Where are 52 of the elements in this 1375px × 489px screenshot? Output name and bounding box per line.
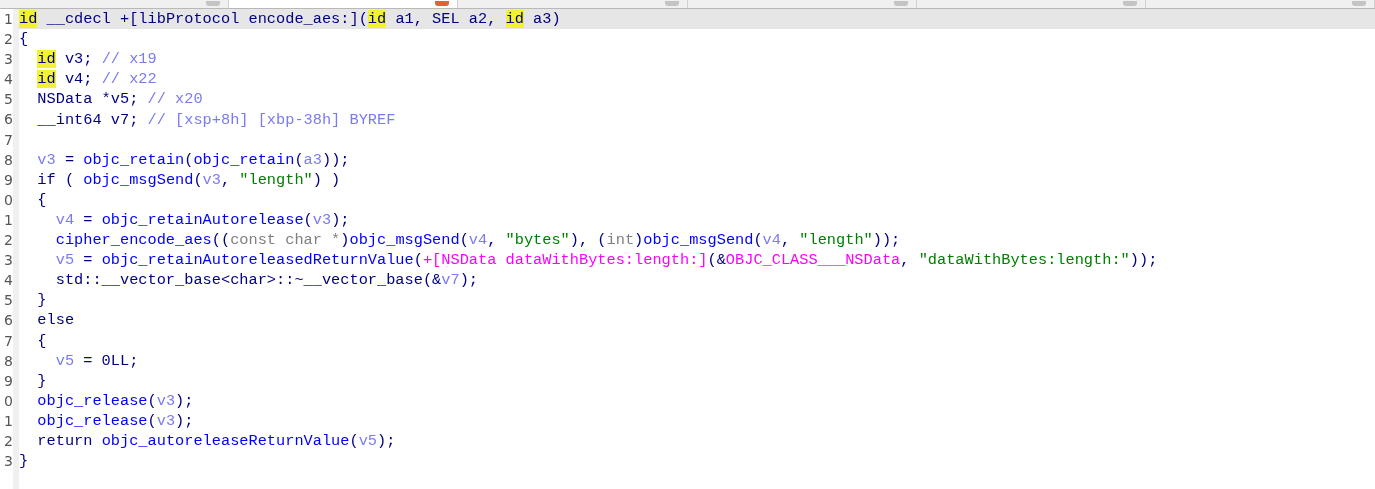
close-icon[interactable]	[1122, 1, 1137, 6]
code-line: {	[36, 189, 47, 210]
code-line: return objc_autoreleaseReturnValue(v5);	[36, 431, 396, 451]
line-number: 3	[3, 452, 13, 472]
line-number: 1	[3, 411, 13, 431]
close-icon[interactable]	[206, 1, 221, 6]
tab[interactable]	[229, 0, 459, 8]
line-number: 1	[3, 10, 13, 29]
line-number: 3	[3, 50, 13, 70]
code-line: id v3; // x19	[36, 49, 157, 70]
code-line: NSData *v5; // x20	[36, 89, 203, 110]
code-line: __int64 v7; // [xsp+8h] [xbp-38h] BYREF	[36, 109, 396, 130]
code-line: std::__vector_base<char>::~__vector_base(&v7);	[54, 270, 478, 291]
close-icon[interactable]	[664, 1, 679, 6]
close-icon[interactable]	[1352, 1, 1367, 6]
line-number: 0	[3, 391, 13, 411]
code-line: id __cdecl +[libProtocol encode_aes:](id a1, SEL a2, id a3)	[19, 9, 561, 30]
code-line: v3 = objc_retain(objc_retain(a3));	[36, 149, 350, 170]
code-line: v5 = 0LL;	[54, 350, 139, 371]
code-line: {	[36, 330, 47, 351]
line-number: 8	[3, 150, 13, 170]
code-line: if ( objc_msgSend(v3, "length") )	[36, 169, 341, 190]
line-number: 2	[3, 30, 13, 50]
line-number: 8	[3, 351, 13, 371]
code-line: else	[36, 310, 75, 331]
line-number: 5	[3, 291, 13, 311]
line-number: 1	[3, 210, 13, 230]
code-line: id v4; // x22	[36, 69, 157, 90]
line-number: 9	[3, 371, 13, 391]
code-line: }	[19, 451, 29, 472]
code-line: v5 = objc_retainAutoreleasedReturnValue(+[NSData dataWithBytes:length:](&OBJC_CLASS___NSData, "dataWithBytes:length:"));	[54, 250, 1158, 271]
close-icon[interactable]	[435, 1, 450, 6]
line-number: 5	[3, 90, 13, 110]
code-line: {	[19, 29, 29, 50]
line-number: 9	[3, 170, 13, 190]
code-line: v4 = objc_retainAutorelease(v3);	[54, 210, 350, 230]
line-number: 6	[3, 110, 13, 130]
line-number: 0	[3, 190, 13, 210]
close-icon[interactable]	[893, 1, 908, 6]
line-number: 2	[3, 231, 13, 251]
code-line: objc_release(v3);	[36, 410, 194, 431]
code-line: }	[36, 370, 47, 391]
line-number: 6	[3, 311, 13, 331]
code-line: }	[36, 290, 47, 311]
line-number: 3	[3, 251, 13, 271]
code-line: objc_release(v3);	[36, 390, 194, 411]
line-number: 4	[3, 271, 13, 291]
line-number: 7	[3, 331, 13, 351]
code-line: cipher_encode_aes((const char *)objc_msgSend(v4, "bytes"), (int)objc_msgSend(v4, "length"));	[54, 230, 901, 251]
line-number: 2	[3, 431, 13, 451]
line-number: 7	[3, 130, 13, 150]
line-number: 4	[3, 70, 13, 90]
